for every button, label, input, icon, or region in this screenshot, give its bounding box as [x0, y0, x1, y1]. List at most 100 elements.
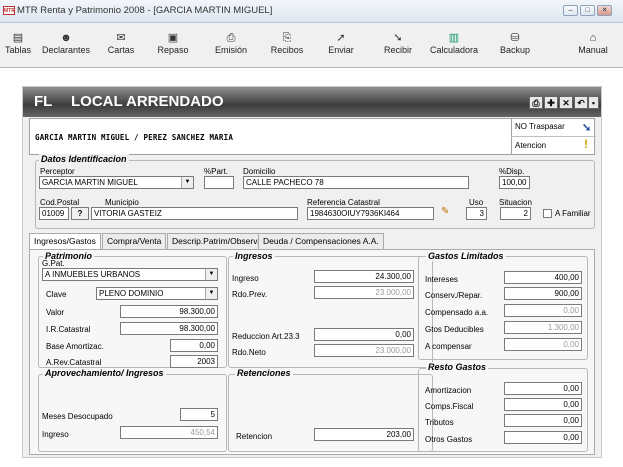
- ingresos-title: Ingresos: [233, 251, 275, 261]
- letters-icon: ✉: [116, 32, 126, 44]
- attention-icon[interactable]: !: [584, 137, 588, 151]
- clave-value: PLENO DOMINIO: [99, 289, 164, 298]
- toolbar-button-backup[interactable]: ⛁ Backup: [492, 25, 538, 65]
- tables-icon: ▤: [12, 32, 24, 44]
- print-icon[interactable]: ⎙: [529, 96, 543, 109]
- situacion-input[interactable]: 2: [500, 207, 531, 220]
- window-title: MTR Renta y Patrimonio 2008 - [GARCIA MA…: [17, 5, 273, 16]
- manual-icon: ⌂: [589, 32, 597, 44]
- close-icon[interactable]: ✕: [597, 5, 612, 16]
- comps-fiscal-label: Comps.Fiscal: [425, 402, 474, 411]
- aprovechamiento-ingreso-value: 450,54: [120, 426, 218, 439]
- disp-input[interactable]: 100,00: [499, 176, 530, 189]
- uso-input[interactable]: 3: [466, 207, 487, 220]
- base-amortizac-label: Base Amortizac.: [46, 342, 104, 351]
- a-compensar-label: A compensar: [425, 342, 472, 351]
- minimize-icon[interactable]: –: [563, 5, 578, 16]
- tab-descrip-patrim[interactable]: Descrip.Patrim/Observ.: [167, 233, 265, 249]
- municipio-input[interactable]: VITORIA GASTEIZ: [91, 207, 298, 220]
- valor-input[interactable]: 98.300,00: [120, 305, 218, 318]
- domicilio-input[interactable]: CALLE PACHECO 78: [243, 176, 469, 189]
- refcat-input[interactable]: 1984630OIUY7936KI464: [307, 207, 434, 220]
- calculator-icon: ▥: [448, 32, 460, 44]
- cp-lookup-button[interactable]: ?: [71, 207, 89, 220]
- toolbar-button-declarantes[interactable]: ☻ Declarantes: [40, 25, 92, 65]
- toolbar-button-emision[interactable]: ⎙ Emisión: [206, 25, 256, 65]
- rdoprev-label: Rdo.Prev.: [232, 290, 267, 299]
- municipio-label: Municipio: [105, 198, 139, 207]
- send-icon: ➚: [336, 32, 346, 44]
- uso-label: Uso: [469, 198, 484, 207]
- intereses-label: Intereses: [425, 275, 458, 284]
- toolbar-button-manual[interactable]: ⌂ Manual: [572, 25, 614, 65]
- cp-input[interactable]: 01009: [39, 207, 69, 220]
- otros-gastos-input[interactable]: 0,00: [504, 431, 582, 444]
- part-input[interactable]: [204, 176, 234, 189]
- ingreso-input[interactable]: 24.300,00: [314, 270, 414, 283]
- reduccion-label: Reduccion Art.23.3: [232, 332, 300, 341]
- undo-icon[interactable]: ↶: [574, 96, 588, 109]
- delete-icon[interactable]: ✕: [559, 96, 573, 109]
- base-amortizac-input[interactable]: 0,00: [170, 339, 218, 352]
- toolbar-button-recibos[interactable]: ⎘ Recibos: [264, 25, 310, 65]
- comps-fiscal-input[interactable]: 0,00: [504, 398, 582, 411]
- declarants-box: GARCIA MARTIN MIGUEL / PEREZ SANCHEZ MAR…: [29, 118, 596, 155]
- toolbar-button-tablas[interactable]: ▤ Tablas: [2, 25, 34, 65]
- toolbar-button-calculadora[interactable]: ▥ Calculadora: [424, 25, 484, 65]
- gpat-select[interactable]: A INMUEBLES URBANOS ▼: [42, 268, 218, 281]
- toolbar-button-recibir[interactable]: ➘ Recibir: [376, 25, 420, 65]
- aprovechamiento-ingreso-label: Ingreso: [42, 430, 69, 439]
- form-title: LOCAL ARRENDADO: [71, 93, 224, 110]
- retencion-input[interactable]: 203,00: [314, 428, 414, 441]
- chevron-down-icon[interactable]: ▼: [205, 269, 217, 280]
- meses-desocupado-input[interactable]: 5: [180, 408, 218, 421]
- chevron-down-icon[interactable]: ▼: [205, 288, 217, 299]
- situacion-label: Situacion: [499, 198, 532, 207]
- perceptor-select[interactable]: GARCIA MARTIN MIGUEL ▼: [39, 176, 194, 189]
- mtr-app-icon[interactable]: MTR: [3, 6, 15, 15]
- part-label: %Part.: [204, 167, 229, 176]
- a-familiar-checkbox[interactable]: [543, 209, 552, 218]
- chevron-down-icon[interactable]: ▼: [181, 177, 193, 188]
- amortizacion-input[interactable]: 0,00: [504, 382, 582, 395]
- amortizacion-label: Amortizacion: [425, 386, 472, 395]
- tab-ingresos-gastos[interactable]: Ingresos/Gastos: [29, 233, 101, 250]
- traspasar-status: NO Traspasar: [515, 122, 565, 131]
- otros-gastos-label: Otros Gastos: [425, 435, 473, 444]
- form-header: FL LOCAL ARRENDADO ⎙ ✚ ✕ ↶ ▪: [23, 87, 601, 117]
- clave-select[interactable]: PLENO DOMINIO ▼: [96, 287, 218, 300]
- atencion-label: Atencion: [515, 141, 547, 150]
- toolbar-button-repaso[interactable]: ▣ Repaso: [150, 25, 196, 65]
- add-icon[interactable]: ✚: [544, 96, 558, 109]
- ircat-input[interactable]: 98.300,00: [120, 322, 218, 335]
- window-titlebar: MTR MTR Renta y Patrimonio 2008 - [GARCI…: [0, 0, 623, 23]
- review-icon: ▣: [167, 32, 179, 44]
- ircat-label: I.R.Catastral: [46, 325, 91, 334]
- arev-catastral-label: A.Rev.Catastral: [46, 358, 102, 367]
- a-compensar-value: 0,00: [504, 338, 582, 351]
- maximize-icon[interactable]: □: [580, 5, 595, 16]
- tributos-label: Tributos: [425, 418, 454, 427]
- receive-icon: ➘: [393, 32, 403, 44]
- gtos-deducibles-label: Gtos Deducibles: [425, 325, 484, 334]
- disp-label: %Disp.: [499, 167, 525, 176]
- ingreso-label: Ingreso: [232, 274, 259, 283]
- domicilio-label: Domicilio: [243, 167, 276, 176]
- tab-compra-venta[interactable]: Compra/Venta: [102, 233, 167, 249]
- reduccion-input[interactable]: 0,00: [314, 328, 414, 341]
- gpat-label: G.Pat.: [42, 259, 65, 268]
- conserv-input[interactable]: 900,00: [504, 287, 582, 300]
- save-icon[interactable]: ▪: [588, 96, 599, 109]
- toolbar-button-cartas[interactable]: ✉ Cartas: [102, 25, 140, 65]
- ingresos-gastos-panel: Patrimonio G.Pat. A INMUEBLES URBANOS ▼ C…: [29, 249, 595, 455]
- tributos-input[interactable]: 0,00: [504, 414, 582, 427]
- divider: [511, 119, 512, 155]
- intereses-input[interactable]: 400,00: [504, 271, 582, 284]
- tab-deuda-compensaciones[interactable]: Deuda / Compensaciones A.A.: [258, 233, 384, 249]
- aprovechamiento-title: Aprovechamiento/ Ingresos: [43, 368, 166, 378]
- toolbar-button-enviar[interactable]: ➚ Enviar: [318, 25, 364, 65]
- perceptor-label: Perceptor: [40, 167, 75, 176]
- arrow-icon[interactable]: ➘: [582, 121, 591, 134]
- catastro-lookup-icon[interactable]: ✎: [441, 206, 455, 220]
- arev-catastral-input[interactable]: 2003: [170, 355, 218, 368]
